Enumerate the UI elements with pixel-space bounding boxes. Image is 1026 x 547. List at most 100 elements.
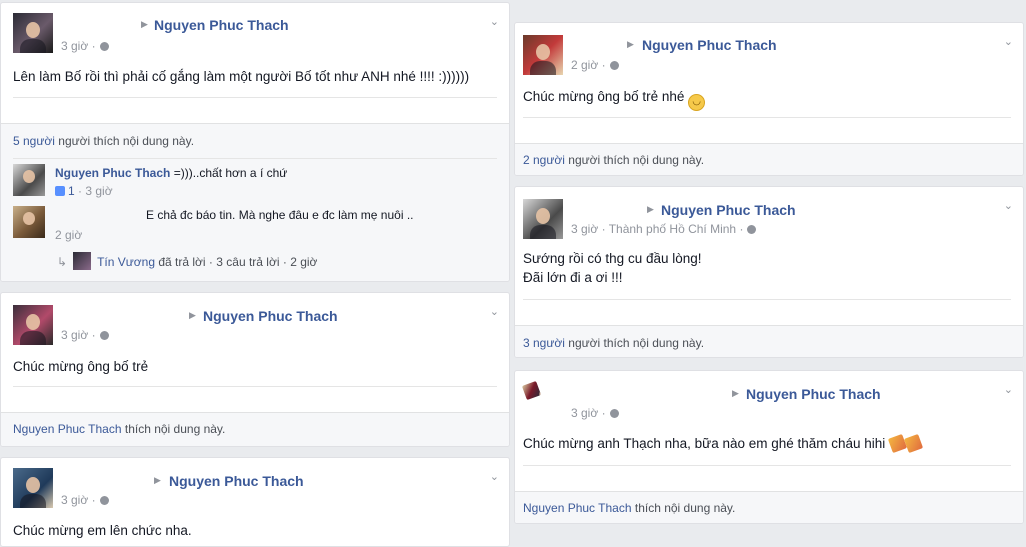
chevron-down-icon[interactable]: ⌄: [1004, 35, 1013, 48]
post-time[interactable]: 3 giờ: [571, 222, 598, 236]
likes-summary: 2 người người thích nội dung này.: [523, 153, 704, 167]
globe-icon: [747, 225, 757, 234]
post-author[interactable]: Nguyen Phuc Thach: [154, 17, 289, 33]
post-author[interactable]: Nguyen Phuc Thach: [642, 37, 777, 53]
likes-summary: 3 người người thích nội dung này.: [523, 336, 704, 350]
reply-time[interactable]: 2 giờ: [290, 255, 317, 269]
post-meta: 3 giờ · Thành phố Hồ Chí Minh ·: [571, 222, 757, 236]
post-meta: 3 giờ ·: [61, 493, 109, 507]
avatar[interactable]: [13, 13, 53, 53]
likes-summary: Nguyen Phuc Thach thích nội dung này.: [523, 501, 735, 515]
post-time[interactable]: 3 giờ: [61, 39, 88, 53]
likes-bar: Nguyen Phuc Thach thích nội dung này.: [515, 491, 1023, 523]
likes-count-link[interactable]: 2 người: [523, 153, 565, 167]
post-text-content: Chúc mừng anh Thạch nha, bữa nào em ghé …: [523, 436, 886, 451]
comment-body: Nguyen Phuc Thach =)))..chất hơn a í chứ: [55, 166, 287, 180]
post-text: Chúc mừng ông bố trẻ: [13, 359, 149, 374]
chevron-down-icon[interactable]: ⌄: [1004, 199, 1013, 212]
divider: [523, 117, 1011, 118]
reply-count[interactable]: 3 câu trả lời: [216, 255, 279, 269]
post-card: ▶ Nguyen Phuc Thach 3 giờ · ⌄ Lên làm Bố…: [0, 2, 510, 282]
likes-suffix: người thích nội dung này.: [568, 153, 705, 167]
share-arrow-icon: ▶: [732, 388, 739, 398]
post-meta: 3 giờ ·: [571, 406, 619, 420]
liker-link[interactable]: Nguyen Phuc Thach: [13, 422, 122, 436]
post-text: Chúc mừng em lên chức nha.: [13, 523, 192, 538]
post-author[interactable]: Nguyen Phuc Thach: [169, 473, 304, 489]
likes-count-link[interactable]: 3 người: [523, 336, 565, 350]
avatar[interactable]: [523, 35, 563, 75]
likes-summary: Nguyen Phuc Thach thích nội dung này.: [13, 422, 225, 436]
likes-suffix: người thích nội dung này.: [58, 134, 195, 148]
avatar[interactable]: [13, 164, 45, 196]
post-text-line: Sướng rồi có thg cu đầu lòng!: [523, 251, 702, 266]
smile-emoji-icon: ◡: [688, 94, 706, 111]
separator: ·: [78, 184, 83, 198]
post-text: Chúc mừng ông bố trẻ nhé ◡: [515, 87, 1023, 111]
post-text: Sướng rồi có thg cu đầu lòng! Đãi lớn đi…: [515, 249, 1023, 287]
likes-count-link[interactable]: 5 người: [13, 134, 55, 148]
separator: ·: [282, 255, 287, 269]
post-header: ▶ Nguyen Phuc Thach 3 giờ · ⌄: [515, 371, 1023, 433]
chevron-down-icon[interactable]: ⌄: [490, 470, 499, 483]
comment-text: E chả đc báo tin. Mà nghe đâu e đc làm m…: [146, 208, 414, 222]
chevron-down-icon[interactable]: ⌄: [1004, 383, 1013, 396]
divider: [13, 158, 497, 159]
post-author[interactable]: Nguyen Phuc Thach: [746, 386, 881, 402]
post-location[interactable]: Thành phố Hồ Chí Minh: [609, 222, 736, 236]
chevron-down-icon[interactable]: ⌄: [490, 305, 499, 318]
post-author[interactable]: Nguyen Phuc Thach: [661, 202, 796, 218]
post-time[interactable]: 2 giờ: [571, 58, 598, 72]
post-meta: 2 giờ ·: [571, 58, 619, 72]
reply-summary[interactable]: ↳ Tín Vương đã trả lời · 3 câu trả lời · …: [57, 252, 317, 270]
party-popper-icon: [887, 433, 908, 454]
separator: ·: [601, 58, 606, 72]
share-arrow-icon: ▶: [189, 310, 196, 320]
likes-suffix: người thích nội dung này.: [568, 336, 705, 350]
reply-author[interactable]: Tín Vương: [97, 255, 155, 269]
like-thumb-icon[interactable]: [55, 186, 65, 196]
post-card: ▶ Nguyen Phuc Thach 3 giờ · ⌄ Chúc mừng …: [0, 292, 510, 447]
avatar[interactable]: [521, 380, 542, 401]
comment-time[interactable]: 3 giờ: [85, 184, 112, 198]
avatar[interactable]: [13, 206, 45, 238]
post-text-content: Chúc mừng ông bố trẻ nhé: [523, 89, 685, 104]
avatar[interactable]: [523, 199, 563, 239]
post-header: ▶ Nguyen Phuc Thach 3 giờ · ⌄: [1, 3, 509, 65]
post-author[interactable]: Nguyen Phuc Thach: [203, 308, 338, 324]
post-time[interactable]: 3 giờ: [571, 406, 598, 420]
reply-action: đã trả lời: [158, 255, 206, 269]
post-header: ▶ Nguyen Phuc Thach 3 giờ · Thành phố Hồ…: [515, 187, 1023, 249]
post-card: ▶ Nguyen Phuc Thach 2 giờ · ⌄ Chúc mừng …: [514, 22, 1024, 176]
post-time[interactable]: 3 giờ: [61, 493, 88, 507]
divider: [523, 465, 1011, 466]
likes-suffix: thích nội dung này.: [634, 501, 736, 515]
post-header: ▶ Nguyen Phuc Thach 3 giờ · ⌄: [1, 458, 509, 520]
comment-item: E chả đc báo tin. Mà nghe đâu e đc làm m…: [1, 206, 509, 246]
divider: [13, 386, 497, 387]
likes-bar: 5 người người thích nội dung này. Nguyen…: [1, 123, 509, 281]
post-time[interactable]: 3 giờ: [61, 328, 88, 342]
post-text: Chúc mừng anh Thạch nha, bữa nào em ghé …: [515, 433, 1023, 454]
post-card: ▶ Nguyen Phuc Thach 3 giờ · Thành phố Hồ…: [514, 186, 1024, 358]
comment-like-count[interactable]: 1: [68, 184, 75, 198]
share-arrow-icon: ▶: [141, 19, 148, 29]
chevron-down-icon[interactable]: ⌄: [490, 15, 499, 28]
comment-text: =)))..chất hơn a í chứ: [173, 166, 288, 180]
likes-suffix: thích nội dung này.: [124, 422, 226, 436]
post-header: ▶ Nguyen Phuc Thach 2 giờ · ⌄: [515, 23, 1023, 85]
globe-icon: [609, 61, 619, 70]
post-card: ▶ Nguyen Phuc Thach 3 giờ · ⌄ Chúc mừng …: [514, 370, 1024, 524]
comment-meta: 2 giờ: [55, 228, 82, 242]
liker-link[interactable]: Nguyen Phuc Thach: [523, 501, 632, 515]
avatar[interactable]: [13, 305, 53, 345]
comment-time[interactable]: 2 giờ: [55, 228, 82, 242]
post-text-line: Đãi lớn đi a ơi !!!: [523, 270, 623, 285]
avatar[interactable]: [13, 468, 53, 508]
party-popper-icon: [903, 433, 924, 454]
comment-author[interactable]: Nguyen Phuc Thach: [55, 166, 170, 180]
avatar: [73, 252, 92, 270]
globe-icon: [99, 331, 109, 340]
share-arrow-icon: ▶: [627, 39, 634, 49]
separator: ·: [91, 493, 96, 507]
